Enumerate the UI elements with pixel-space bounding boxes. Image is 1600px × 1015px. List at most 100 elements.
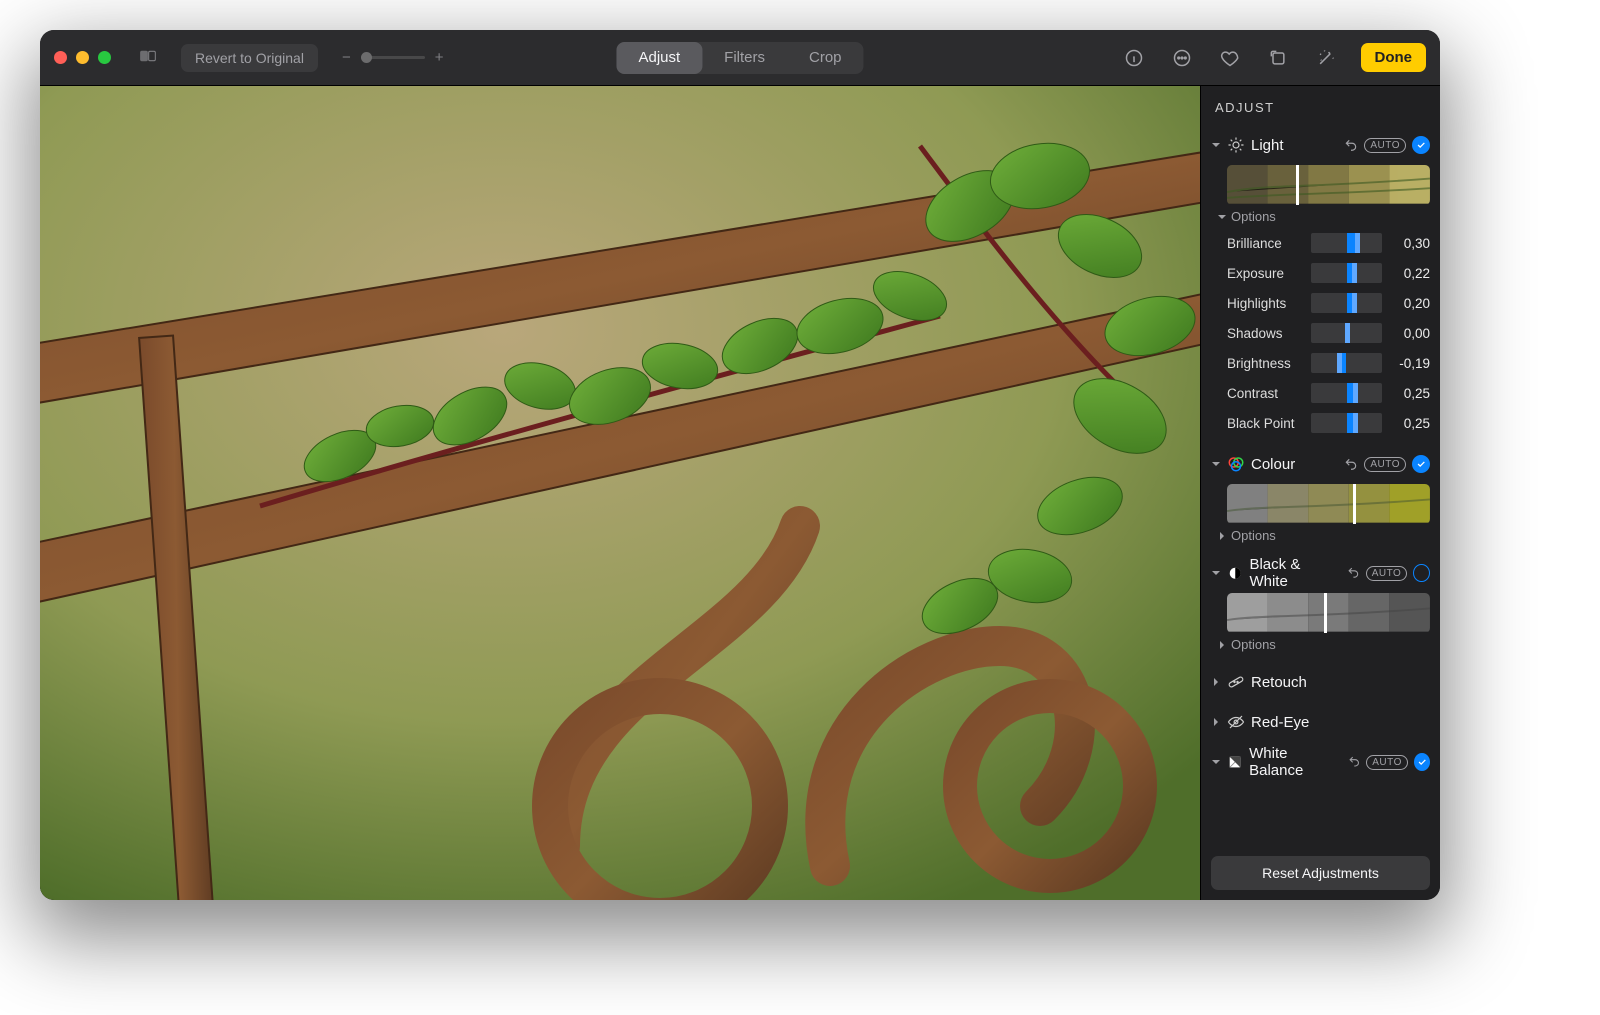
panel-white-balance: White Balance AUTO	[1201, 742, 1440, 782]
minimize-window-button[interactable]	[76, 51, 89, 64]
auto-button[interactable]: AUTO	[1364, 138, 1406, 153]
undo-icon[interactable]	[1344, 457, 1358, 471]
app-window: Revert to Original − + Adjust Filters Cr…	[40, 30, 1440, 900]
zoom-slider[interactable]	[361, 56, 425, 59]
rotate-icon[interactable]	[1265, 45, 1291, 71]
panel-light-header[interactable]: Light AUTO	[1211, 131, 1430, 159]
chevron-right-icon	[1217, 531, 1227, 541]
panel-light-enable-toggle[interactable]	[1412, 136, 1430, 154]
panel-colour: Colour AUTO	[1201, 444, 1440, 553]
auto-button[interactable]: AUTO	[1364, 457, 1406, 472]
panel-retouch: Retouch	[1201, 662, 1440, 702]
info-icon[interactable]	[1121, 45, 1147, 71]
photo-canvas[interactable]	[40, 86, 1200, 900]
colour-filmstrip-handle[interactable]	[1353, 484, 1356, 524]
panel-colour-enable-toggle[interactable]	[1412, 455, 1430, 473]
tab-filters[interactable]: Filters	[702, 42, 787, 74]
bw-filmstrip-handle[interactable]	[1324, 593, 1327, 633]
slider-value: 0,25	[1388, 386, 1430, 401]
eye-icon	[1227, 713, 1245, 731]
panel-wb-header[interactable]: White Balance AUTO	[1211, 748, 1430, 776]
slider-value: 0,20	[1388, 296, 1430, 311]
chevron-down-icon	[1211, 568, 1221, 578]
panel-retouch-header[interactable]: Retouch	[1211, 668, 1430, 696]
panel-redeye-header[interactable]: Red-Eye	[1211, 708, 1430, 736]
slider-track[interactable]	[1311, 263, 1382, 283]
slider-shadows: Shadows 0,00	[1227, 318, 1430, 348]
panel-wb-enable-toggle[interactable]	[1414, 753, 1430, 771]
reset-adjustments-button[interactable]: Reset Adjustments	[1211, 856, 1430, 890]
toolbar-right: Done	[1121, 43, 1427, 72]
light-icon	[1227, 136, 1245, 154]
bw-filmstrip[interactable]	[1227, 593, 1430, 633]
auto-button[interactable]: AUTO	[1366, 566, 1408, 581]
favorite-icon[interactable]	[1217, 45, 1243, 71]
light-filmstrip-handle[interactable]	[1296, 165, 1299, 205]
slider-label: Brightness	[1227, 356, 1305, 371]
slider-value: 0,25	[1388, 416, 1430, 431]
slider-track[interactable]	[1311, 413, 1382, 433]
done-button[interactable]: Done	[1361, 43, 1427, 72]
colour-icon	[1227, 455, 1245, 473]
chevron-down-icon	[1211, 459, 1221, 469]
sidebar-toggle-icon[interactable]	[135, 45, 161, 71]
bw-options-toggle[interactable]: Options	[1217, 637, 1430, 652]
slider-track[interactable]	[1311, 323, 1382, 343]
undo-icon[interactable]	[1348, 755, 1361, 769]
slider-label: Exposure	[1227, 266, 1305, 281]
panel-bw-enable-toggle[interactable]	[1413, 564, 1430, 582]
slider-label: Brilliance	[1227, 236, 1305, 251]
slider-track[interactable]	[1311, 383, 1382, 403]
chevron-down-icon	[1211, 140, 1221, 150]
mode-tabs: Adjust Filters Crop	[616, 42, 863, 74]
auto-button[interactable]: AUTO	[1366, 755, 1408, 770]
colour-options-toggle[interactable]: Options	[1217, 528, 1430, 543]
slider-track[interactable]	[1311, 233, 1382, 253]
slider-label: Highlights	[1227, 296, 1305, 311]
chevron-right-icon	[1211, 677, 1221, 687]
options-label: Options	[1231, 637, 1276, 652]
tab-adjust[interactable]: Adjust	[616, 42, 702, 74]
slider-label: Contrast	[1227, 386, 1305, 401]
slider-contrast: Contrast 0,25	[1227, 378, 1430, 408]
slider-track[interactable]	[1311, 293, 1382, 313]
more-icon[interactable]	[1169, 45, 1195, 71]
slider-value: 0,30	[1388, 236, 1430, 251]
slider-label: Shadows	[1227, 326, 1305, 341]
panel-redeye: Red-Eye	[1201, 702, 1440, 742]
slider-value: 0,22	[1388, 266, 1430, 281]
light-filmstrip[interactable]	[1227, 165, 1430, 205]
panel-bw-title: Black & White	[1249, 556, 1334, 590]
zoom-in-button[interactable]: +	[435, 49, 444, 66]
slider-track[interactable]	[1311, 353, 1382, 373]
options-label: Options	[1231, 209, 1276, 224]
fullscreen-window-button[interactable]	[98, 51, 111, 64]
colour-filmstrip[interactable]	[1227, 484, 1430, 524]
undo-icon[interactable]	[1344, 138, 1358, 152]
close-window-button[interactable]	[54, 51, 67, 64]
revert-button[interactable]: Revert to Original	[181, 44, 318, 72]
white-balance-icon	[1227, 753, 1243, 771]
chevron-down-icon	[1211, 757, 1221, 767]
tab-crop[interactable]: Crop	[787, 42, 864, 74]
window-controls	[54, 51, 111, 64]
chevron-down-icon	[1217, 212, 1227, 222]
light-sliders: Brilliance 0,30 Exposure 0,22 Highlights 0,20…	[1227, 228, 1430, 438]
magic-wand-icon[interactable]	[1313, 45, 1339, 71]
slider-brightness: Brightness -0,19	[1227, 348, 1430, 378]
panel-wb-title: White Balance	[1249, 745, 1336, 779]
panel-bw-header[interactable]: Black & White AUTO	[1211, 559, 1430, 587]
undo-icon[interactable]	[1347, 566, 1360, 580]
panel-colour-header[interactable]: Colour AUTO	[1211, 450, 1430, 478]
slider-label: Black Point	[1227, 416, 1305, 431]
zoom-control[interactable]: − +	[342, 49, 444, 66]
sidebar-scroll[interactable]: Light AUTO	[1201, 125, 1440, 846]
bandage-icon	[1227, 673, 1245, 691]
slider-value: 0,00	[1388, 326, 1430, 341]
options-label: Options	[1231, 528, 1276, 543]
panel-light-title: Light	[1251, 137, 1284, 154]
adjust-sidebar: ADJUST Light AUTO	[1200, 86, 1440, 900]
zoom-out-button[interactable]: −	[342, 49, 351, 66]
slider-value: -0,19	[1388, 356, 1430, 371]
light-options-toggle[interactable]: Options	[1217, 209, 1430, 224]
